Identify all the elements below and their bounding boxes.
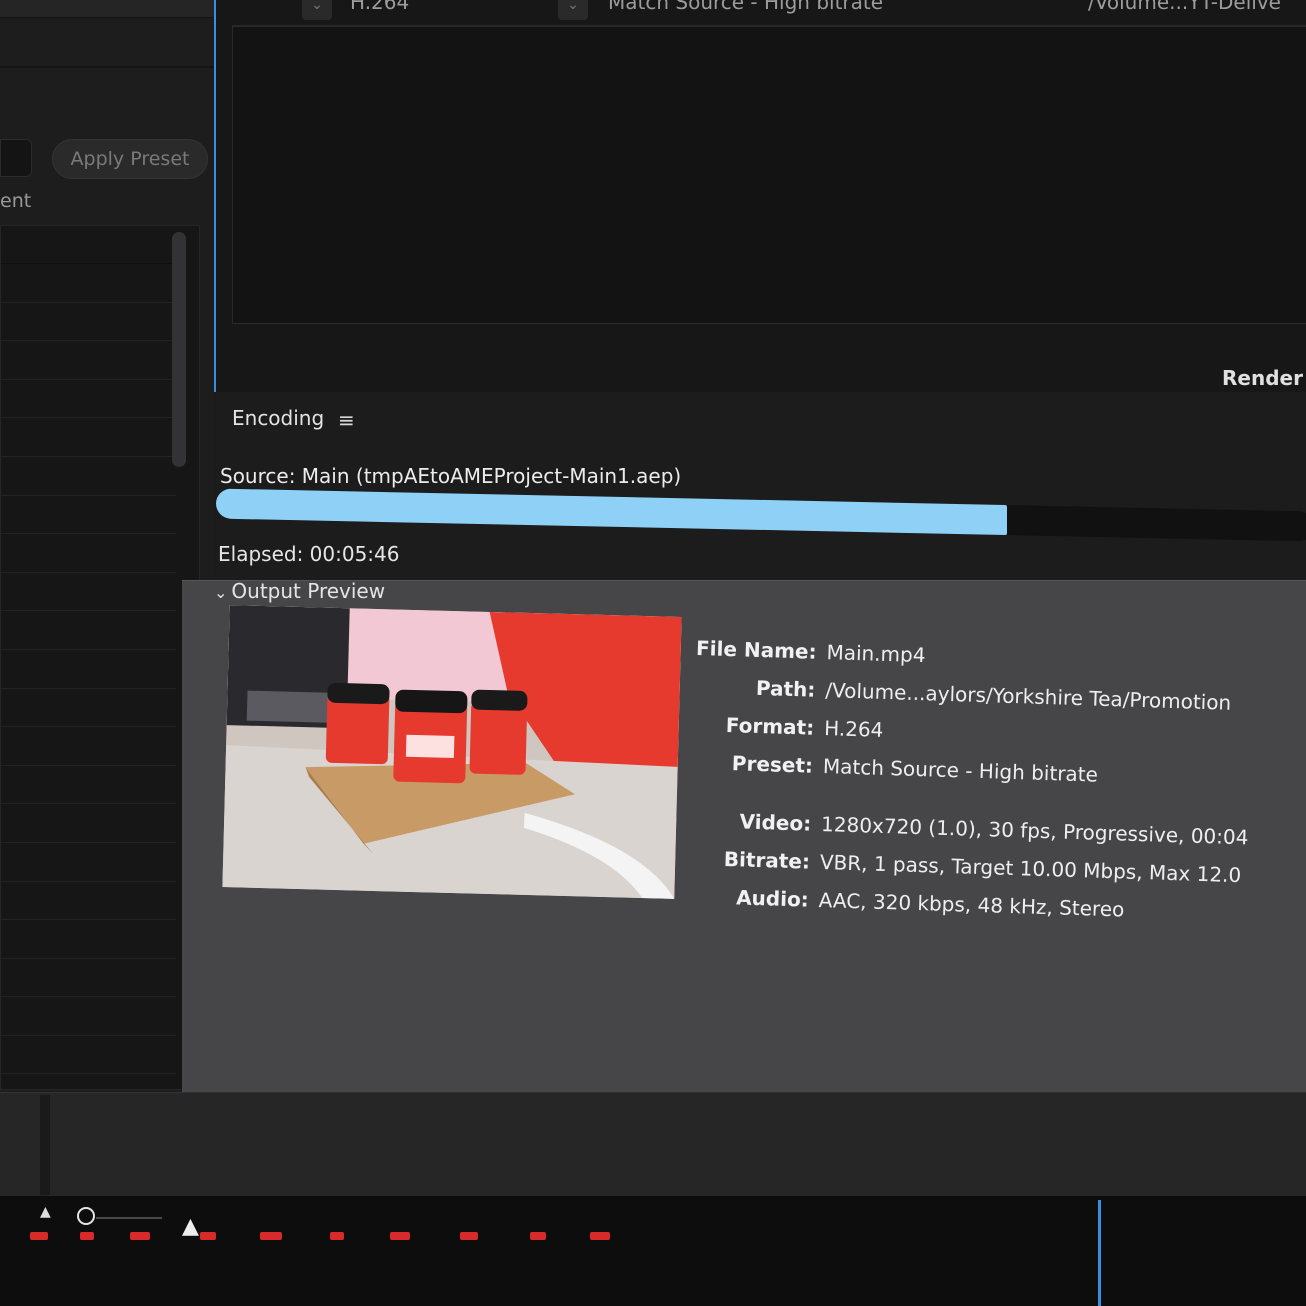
panel-divider <box>0 66 222 68</box>
zoom-slider-track[interactable] <box>96 1217 162 1219</box>
audio-label: Audio: <box>735 885 810 912</box>
file-name-value: Main.mp4 <box>826 640 926 668</box>
red-dash <box>80 1232 94 1240</box>
preset-list[interactable] <box>0 225 200 1090</box>
list-item[interactable] <box>1 997 176 1036</box>
preview-frame-image <box>222 605 682 899</box>
queue-output-row[interactable]: ⌄ H.264 ⌄ Match Source - High bitrate /V… <box>232 0 1306 26</box>
bitrate-label: Bitrate: <box>723 846 811 874</box>
list-item[interactable] <box>1 650 176 689</box>
encoding-progress-fill <box>216 488 1007 536</box>
list-item[interactable] <box>1 727 176 766</box>
list-item[interactable] <box>1 611 176 650</box>
output-preview-thumbnail <box>222 605 682 899</box>
bottom-panel <box>0 1092 1306 1202</box>
list-item[interactable] <box>1 341 176 380</box>
small-mountain-icon[interactable]: ▲ <box>40 1204 51 1220</box>
output-preview-header: Output Preview <box>231 579 386 603</box>
list-item[interactable] <box>1 418 176 457</box>
encoding-source: Source: Main (tmpAEtoAMEProject-Main1.ae… <box>220 464 682 488</box>
queue-format[interactable]: H.264 <box>350 0 409 14</box>
chevron-down-icon[interactable]: ⌄ <box>302 0 332 20</box>
list-item[interactable] <box>1 303 176 342</box>
chevron-down-icon[interactable]: ⌄ <box>214 583 227 602</box>
red-dash <box>530 1232 546 1240</box>
timeline-controls <box>0 1196 1306 1306</box>
list-item[interactable] <box>1 804 176 843</box>
preset-column-label: ent <box>0 190 32 212</box>
list-item[interactable] <box>1 843 176 882</box>
keyboard-glow-strip <box>0 1232 640 1242</box>
format-label: Format: <box>725 712 815 740</box>
output-preview-section: ⌄ Output Preview File Name: Main.mp4 Pat… <box>182 579 1306 1110</box>
list-item[interactable] <box>1 457 176 496</box>
output-preview-toggle[interactable]: ⌄ Output Preview <box>214 579 385 603</box>
red-dash <box>330 1232 344 1240</box>
preset-search-strip <box>0 0 218 18</box>
video-label: Video: <box>739 809 812 836</box>
list-item[interactable] <box>1 573 176 612</box>
list-item[interactable] <box>1 959 176 998</box>
list-item[interactable] <box>1 766 176 805</box>
red-dash <box>130 1232 150 1240</box>
list-item[interactable] <box>1 1036 176 1075</box>
queue-panel: ⌄ H.264 ⌄ Match Source - High bitrate /V… <box>214 0 1306 408</box>
red-dash <box>590 1232 610 1240</box>
timeline-playhead[interactable] <box>1098 1200 1101 1306</box>
queue-preset[interactable]: Match Source - High bitrate <box>608 0 883 14</box>
queue-output-path[interactable]: /Volume...YT-Delive <box>1088 0 1281 14</box>
bottom-panel-divider <box>40 1095 50 1195</box>
encoding-progress-bar <box>216 488 1306 542</box>
preset-label: Preset: <box>731 751 814 778</box>
format-value: H.264 <box>823 716 884 742</box>
render-button[interactable]: Render <box>1222 366 1303 390</box>
encoding-panel: Encoding ≡ Source: Main (tmpAEtoAMEProje… <box>182 392 1306 1112</box>
preset-list-scrollbar[interactable] <box>172 232 186 467</box>
list-item[interactable] <box>1 534 176 573</box>
list-item[interactable] <box>1 380 176 419</box>
apply-preset-button[interactable]: Apply Preset <box>52 139 208 179</box>
queue-list-area[interactable] <box>232 26 1306 324</box>
list-item[interactable] <box>1 689 176 728</box>
preset-field[interactable] <box>0 139 32 177</box>
path-label: Path: <box>755 675 816 702</box>
list-item[interactable] <box>1 496 176 535</box>
red-dash <box>260 1232 282 1240</box>
red-dash <box>30 1232 48 1240</box>
elapsed-time: Elapsed: 00:05:46 <box>218 542 400 566</box>
red-dash <box>200 1232 216 1240</box>
list-item[interactable] <box>1 226 176 264</box>
file-name-label: File Name: <box>695 635 817 664</box>
list-item[interactable] <box>1 920 176 959</box>
list-item[interactable] <box>1 264 176 303</box>
encoding-panel-title: Encoding <box>232 406 325 430</box>
red-dash <box>460 1232 478 1240</box>
output-details: File Name: Main.mp4 Path: /Volume...aylo… <box>688 636 1306 942</box>
screen: Apply Preset ent ⌄ H.264 ⌄ Match Source … <box>0 0 1306 1306</box>
zoom-slider-handle[interactable] <box>77 1207 95 1225</box>
hamburger-menu-icon[interactable]: ≡ <box>338 408 355 432</box>
red-dash <box>390 1232 410 1240</box>
list-item[interactable] <box>1 882 176 921</box>
chevron-down-icon[interactable]: ⌄ <box>558 0 588 20</box>
